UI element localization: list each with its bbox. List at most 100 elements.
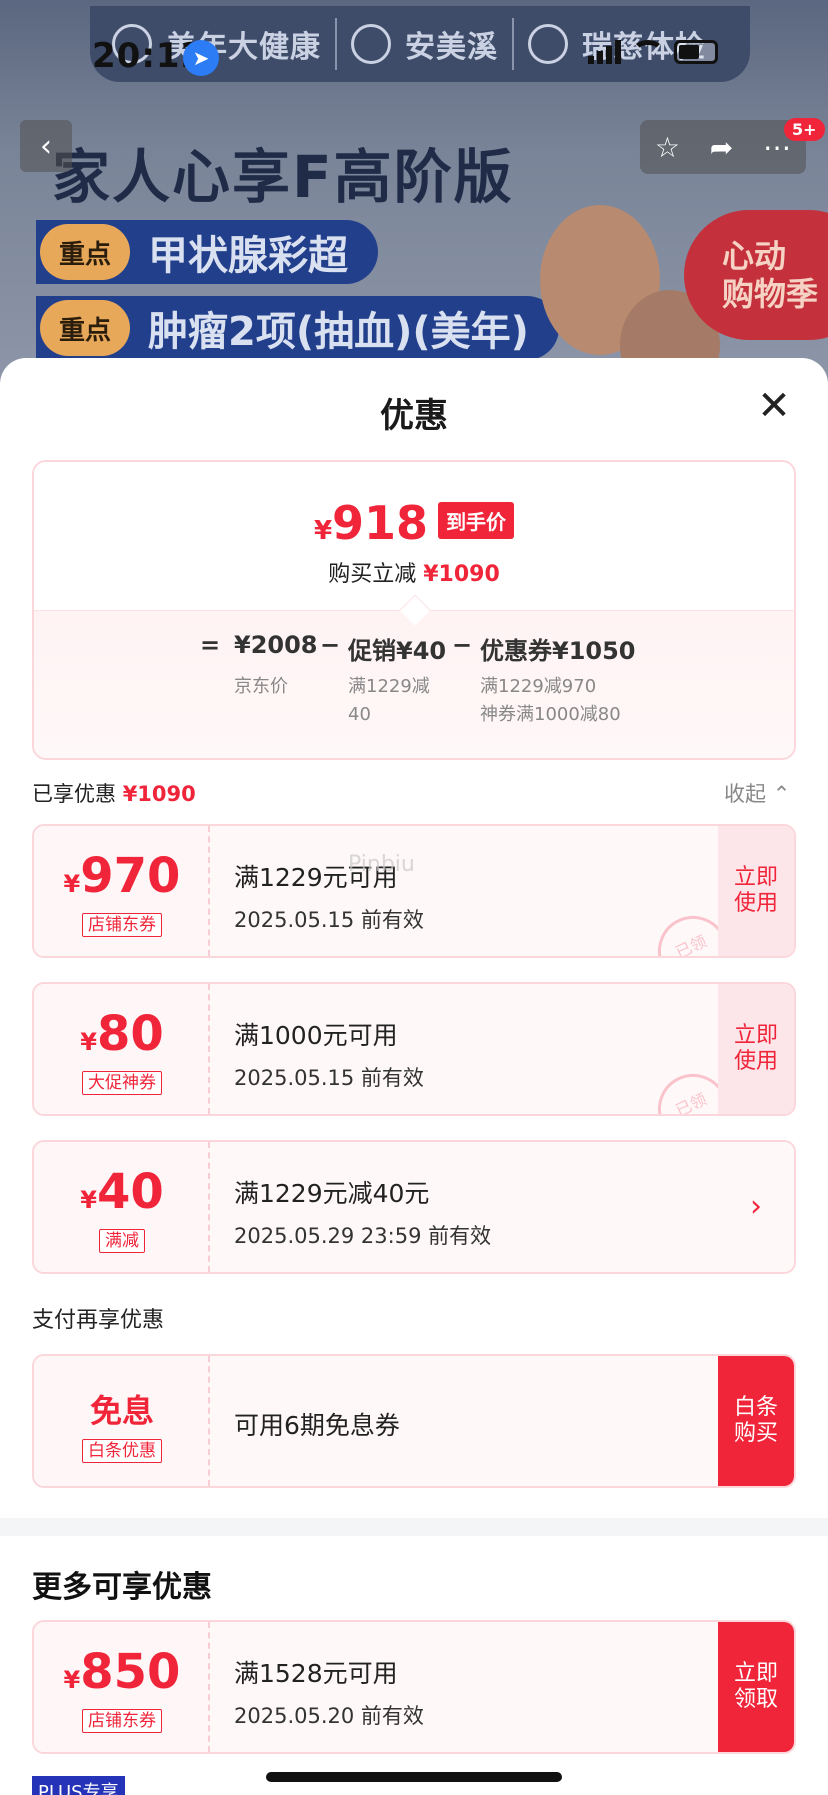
promo-detail: 满1229减 40 (348, 673, 430, 729)
chevron-left-icon: ‹ (40, 128, 52, 164)
coupon-type-badge: 店铺东券 (82, 1709, 162, 1733)
coupon-amount-value: 850 (80, 1644, 181, 1700)
wifi-icon (632, 40, 664, 64)
star-icon[interactable]: ☆ (655, 131, 680, 164)
coupon-card: ¥80 大促神券 满1000元可用 2025.05.15 前有效 已领 立即 使用 (32, 982, 796, 1116)
coupon-info: 满1000元可用 2025.05.15 前有效 (210, 984, 718, 1114)
key-point-text: 肿瘤2项(抽血)(美年) (148, 309, 529, 355)
key-point-2: 重点 肿瘤2项(抽血)(美年) (36, 296, 559, 360)
promo-line-1: 心动 (722, 236, 787, 275)
coupon-amount: ¥80 (80, 1006, 164, 1062)
button-line: 立即 (733, 1022, 778, 1048)
watermark: Pinbiu (348, 852, 415, 877)
plus-exclusive-tag: PLUS专享 (32, 1776, 125, 1795)
use-now-button[interactable]: 立即 使用 (718, 826, 794, 956)
location-arrow-icon: ➤ (183, 40, 219, 76)
home-indicator[interactable] (266, 1772, 562, 1782)
offer-amount: 免息 (89, 1392, 154, 1430)
button-line: 白条 (733, 1394, 778, 1420)
coupon-amount-value: 40 (96, 1164, 164, 1220)
coupon-value-panel: ¥850 店铺东券 (34, 1622, 210, 1752)
button-line: 领取 (733, 1687, 778, 1712)
button-line: 购买 (733, 1421, 778, 1446)
button-line: 使用 (733, 1049, 778, 1074)
key-point-1: 重点 甲状腺彩超 (36, 220, 378, 284)
coupon-expiry: 2025.05.15 前有效 (234, 908, 424, 932)
coupon-info: 满1229元可用 2025.05.15 前有效 (210, 826, 718, 956)
coupon-info: 满1229元减40元 2025.05.29 23:59 前有效 (210, 1142, 718, 1272)
coupon-amount-value: 970 (80, 848, 181, 904)
promo-amount: 促销¥40 (348, 637, 447, 665)
final-price-tag: 到手价 (438, 502, 515, 539)
coupon-type-badge: 大促神券 (82, 1071, 162, 1095)
coupon-total: 优惠券¥1050 (480, 637, 636, 665)
coupon-value-panel: ¥970 店铺东券 (34, 826, 210, 956)
status-bar: 20:12 ➤ (0, 0, 828, 110)
coupon-card: ¥850 店铺东券 满1528元可用 2025.05.20 前有效 立即 领取 (32, 1620, 796, 1754)
reduce-label: 购买立减 (328, 562, 417, 587)
key-point-text: 甲状腺彩超 (148, 233, 348, 279)
collapse-button[interactable]: 收起 ⌃ (724, 778, 790, 808)
coupon-condition: 满1229元减40元 (234, 1179, 430, 1208)
message-badge: 5+ (784, 118, 825, 141)
offer-type-badge: 白条优惠 (82, 1439, 162, 1463)
back-button[interactable]: ‹ (20, 120, 72, 172)
coupon-type-badge: 店铺东券 (82, 913, 162, 937)
coupon-card: ¥970 店铺东券 满1229元可用 2025.05.15 前有效 已领 立即使… (32, 824, 796, 958)
baitiao-buy-button[interactable]: 白条 购买 (718, 1356, 794, 1486)
jd-price-label: 京东价 (234, 676, 288, 697)
claim-now-button[interactable]: 立即 领取 (718, 1622, 794, 1752)
button-line: 立即 (733, 864, 778, 890)
battery-icon (674, 40, 718, 64)
promo-badge[interactable]: 心动 购物季 (684, 210, 828, 340)
coupon-value-panel: ¥80 大促神券 (34, 984, 210, 1114)
promo-detail-line: 40 (348, 703, 371, 725)
coupon-card[interactable]: ¥40 满减 满1229元减40元 2025.05.29 23:59 前有效 › (32, 1140, 796, 1274)
coupon-expiry: 2025.05.29 23:59 前有效 (234, 1224, 492, 1248)
coupon-amount-value: 80 (96, 1006, 164, 1062)
key-point-tag: 重点 (40, 224, 130, 280)
offer-info: 可用6期免息券 (210, 1356, 718, 1486)
coupon-value-panel: ¥40 满减 (34, 1142, 210, 1272)
promo-detail-line: 满1229减 (348, 676, 430, 697)
top-action-bar: ☆ ➦ ⋯ (640, 120, 806, 174)
offer-value-panel: 免息 白条优惠 (34, 1356, 210, 1486)
enjoyed-header: 已享优惠 ¥1090 (32, 778, 196, 808)
promo-line-2: 购物季 (722, 275, 819, 313)
chevron-up-icon: ⌃ (772, 782, 791, 806)
more-section-heading: 更多可享优惠 (32, 1570, 212, 1605)
signal-icon (588, 40, 622, 64)
minus-sign: − (320, 631, 341, 659)
reduce-line: 购买立减 ¥1090 (34, 556, 794, 588)
final-price-row: ¥918 到手价 (34, 496, 794, 550)
enjoyed-amount: ¥1090 (122, 782, 196, 806)
coupon-amount: ¥850 (63, 1644, 181, 1700)
enjoyed-label: 已享优惠 (32, 782, 116, 806)
key-point-tag: 重点 (40, 300, 130, 356)
close-icon[interactable]: ✕ (756, 386, 792, 426)
jd-price: ¥2008 (234, 631, 318, 659)
share-icon[interactable]: ➦ (710, 131, 733, 164)
use-now-button[interactable]: 立即 使用 (718, 984, 794, 1114)
button-line: 立即 (733, 1660, 778, 1686)
final-currency: ¥ (313, 516, 333, 546)
button-line: 使用 (733, 891, 778, 916)
coupon-condition: 满1000元可用 (234, 1021, 398, 1050)
coupon-info: 满1528元可用 2025.05.20 前有效 (210, 1622, 718, 1752)
coupon-detail-line: 神券满1000减80 (480, 703, 621, 725)
chevron-right-icon[interactable]: › (718, 1142, 794, 1272)
discount-sheet: 优惠 ✕ ¥918 到手价 购买立减 ¥1090 = ¥2008 − 促销¥40 … (0, 358, 828, 1795)
coupon-amount: ¥970 (63, 848, 181, 904)
equals-sign: = (200, 631, 221, 659)
pay-section-heading: 支付再享优惠 (32, 1308, 165, 1333)
collapse-label: 收起 (724, 782, 766, 806)
price-summary-card: ¥918 到手价 购买立减 ¥1090 = ¥2008 − 促销¥40 − 优惠券… (32, 460, 796, 760)
coupon-expiry: 2025.05.20 前有效 (234, 1704, 424, 1728)
section-divider (0, 1518, 828, 1536)
coupon-expiry: 2025.05.15 前有效 (234, 1066, 424, 1090)
coupon-detail: 满1229减970 神券满1000减80 (480, 673, 621, 729)
coupon-detail-line: 满1229减970 (480, 676, 597, 697)
system-icons (588, 40, 718, 64)
coupon-type-badge: 满减 (99, 1229, 145, 1253)
final-price: 918 (332, 496, 429, 550)
